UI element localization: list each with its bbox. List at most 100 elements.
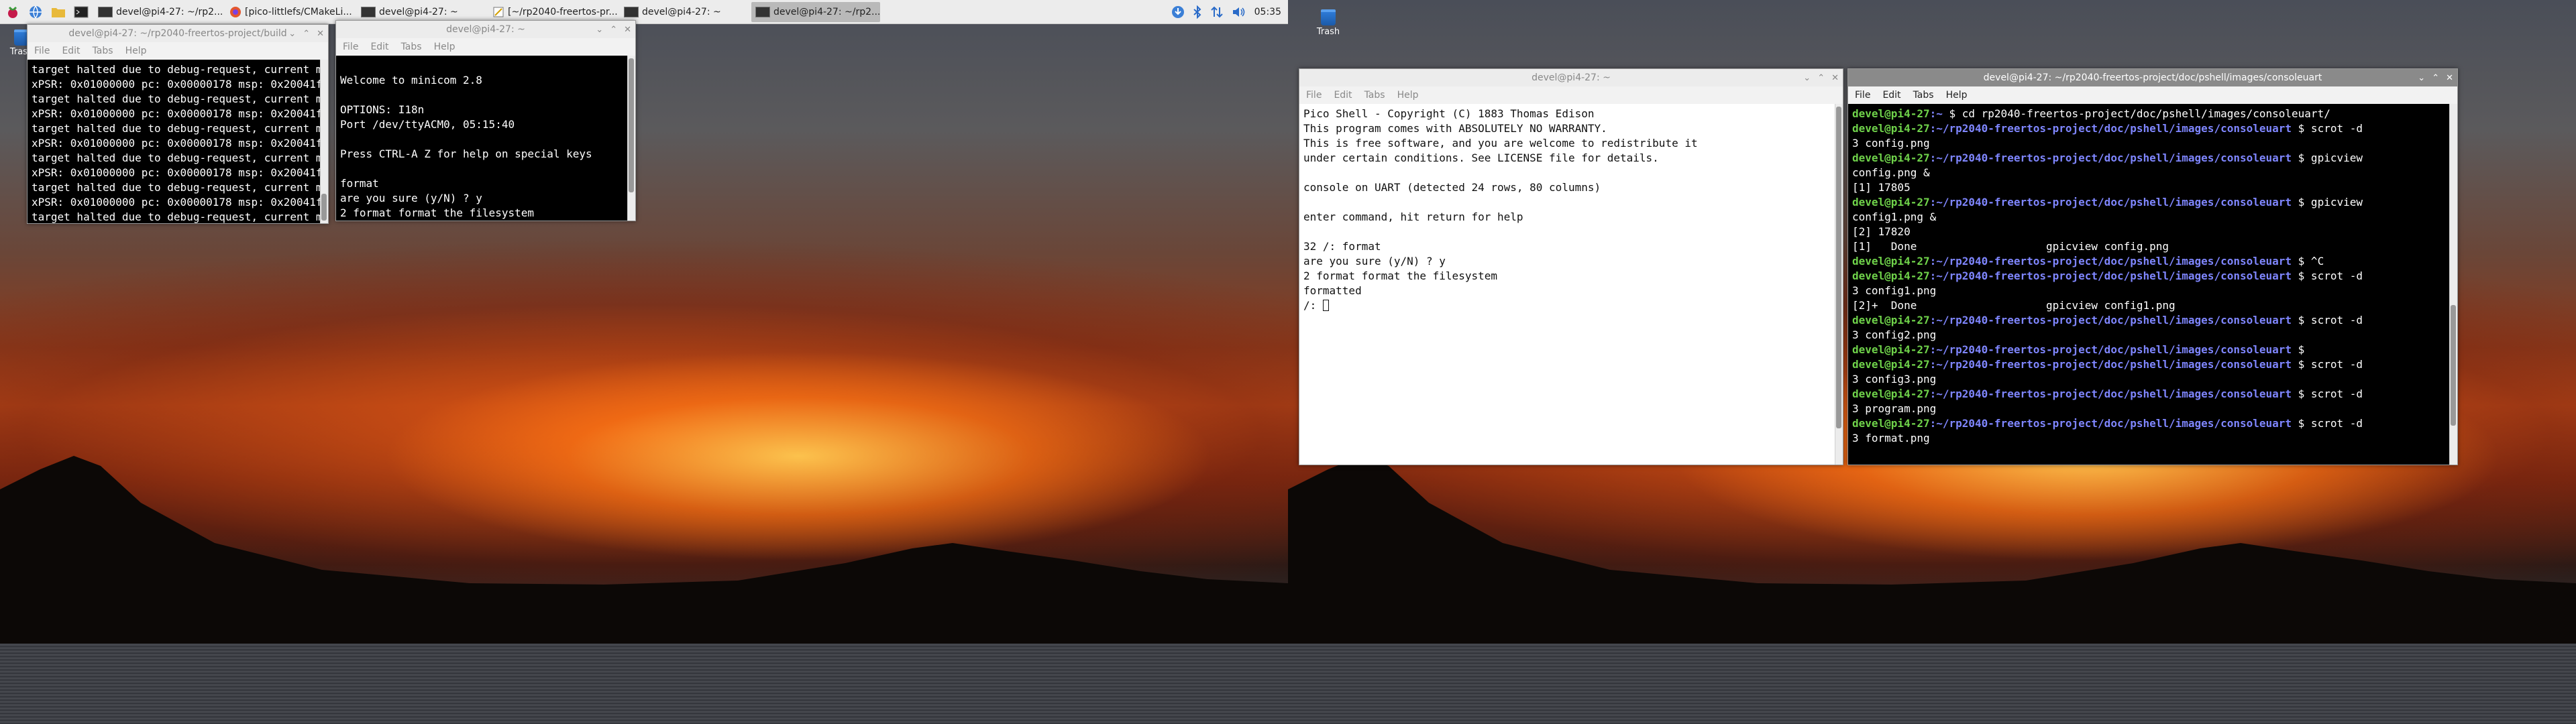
menu-help[interactable]: Help <box>1397 90 1419 101</box>
command-text: $ scrot -d <box>2292 417 2363 430</box>
raspberry-menu-icon[interactable] <box>3 3 23 21</box>
close-icon[interactable]: ✕ <box>1831 73 1839 83</box>
network-icon[interactable] <box>1210 5 1224 19</box>
prompt-path: :~/rp2040-freertos-project/doc/pshell/im… <box>1929 358 2292 371</box>
trash-desktop-icon[interactable]: Trash <box>1308 9 1348 37</box>
output-text: [2]+ Done gpicview config1.png <box>1852 299 2176 312</box>
terminal-line: ​ <box>1303 225 1831 239</box>
prompt-user: devel@pi4-27 <box>1852 255 1930 267</box>
minimize-icon[interactable]: ⌄ <box>596 25 603 35</box>
terminal-output[interactable]: devel@pi4-27:~ $ cd rp2040-freertos-proj… <box>1848 104 2457 465</box>
prompt-user: devel@pi4-27 <box>1852 387 1930 400</box>
scrollbar[interactable] <box>1835 104 1843 465</box>
window-titlebar[interactable]: devel@pi4-27: ~/rp2040-freertos-project/… <box>1848 69 2457 86</box>
terminal-line: devel@pi4-27:~/rp2040-freertos-project/d… <box>1852 387 2445 402</box>
menubar: File Edit Tabs Help <box>1848 86 2457 104</box>
task-terminal-home-1[interactable]: devel@pi4-27: ~ <box>357 2 486 22</box>
folder-launcher-icon[interactable] <box>48 3 68 21</box>
prompt-path: :~/rp2040-freertos-project/doc/pshell/im… <box>1929 255 2292 267</box>
terminal-line: This program comes with ABSOLUTELY NO WA… <box>1303 122 1607 135</box>
terminal-output[interactable]: ​Welcome to minicom 2.8​OPTIONS: I18nPor… <box>336 56 635 221</box>
menu-edit[interactable]: Edit <box>1334 90 1352 101</box>
wallpaper-sea <box>0 644 1288 724</box>
browser-icon <box>230 6 241 17</box>
terminal-line: are you sure (y/N) ? y <box>340 192 482 204</box>
menu-tabs[interactable]: Tabs <box>1364 90 1385 101</box>
window-titlebar[interactable]: devel@pi4-27: ~ ⌄ ⌃ ✕ <box>1299 69 1843 86</box>
terminal-line: devel@pi4-27:~ $ cd rp2040-freertos-proj… <box>1852 107 2445 121</box>
window-titlebar[interactable]: devel@pi4-27: ~ ⌄ ⌃ ✕ <box>336 21 635 38</box>
maximize-icon[interactable]: ⌃ <box>610 25 617 35</box>
menu-edit[interactable]: Edit <box>62 46 80 56</box>
menu-tabs[interactable]: Tabs <box>401 42 422 52</box>
close-icon[interactable]: ✕ <box>2446 73 2453 83</box>
terminal-window-minicom[interactable]: devel@pi4-27: ~ ⌄ ⌃ ✕ File Edit Tabs Hel… <box>335 20 636 221</box>
scroll-thumb[interactable] <box>629 58 634 192</box>
maximize-icon[interactable]: ⌃ <box>2432 73 2439 83</box>
maximize-icon[interactable]: ⌃ <box>303 29 310 39</box>
menu-file[interactable]: File <box>343 42 358 52</box>
output-text: [1] 17805 <box>1852 181 1911 194</box>
menubar: File Edit Tabs Help <box>336 38 635 56</box>
scroll-thumb[interactable] <box>1836 107 1841 428</box>
menu-file[interactable]: File <box>1306 90 1322 101</box>
terminal-launcher-icon[interactable] <box>71 3 91 21</box>
terminal-window-picoshell[interactable]: devel@pi4-27: ~ ⌄ ⌃ ✕ File Edit Tabs Hel… <box>1299 68 1843 465</box>
task-terminal-build[interactable]: devel@pi4-27: ~/rp2... <box>94 2 223 22</box>
terminal-line: devel@pi4-27:~/rp2040-freertos-project/d… <box>1852 121 2445 136</box>
terminal-line: ​ <box>1303 195 1831 210</box>
terminal-icon <box>361 6 376 17</box>
window-titlebar[interactable]: devel@pi4-27: ~/rp2040-freertos-project/… <box>28 25 328 42</box>
monitor-left: devel@pi4-27: ~/rp2... [pico-littlefs/CM… <box>0 0 1288 724</box>
menu-edit[interactable]: Edit <box>1882 90 1900 101</box>
task-terminal-home-2[interactable]: devel@pi4-27: ~ <box>620 2 749 22</box>
menu-help[interactable]: Help <box>434 42 455 52</box>
maximize-icon[interactable]: ⌃ <box>1817 73 1825 83</box>
terminal-window-build[interactable]: devel@pi4-27: ~/rp2040-freertos-project/… <box>27 24 329 224</box>
scroll-thumb[interactable] <box>321 194 327 221</box>
scrollbar[interactable] <box>627 56 635 221</box>
menu-file[interactable]: File <box>34 46 50 56</box>
minimize-icon[interactable]: ⌄ <box>288 29 296 39</box>
bluetooth-icon[interactable] <box>1193 5 1202 19</box>
volume-icon[interactable] <box>1232 5 1246 19</box>
browser-launcher-icon[interactable] <box>25 3 46 21</box>
terminal-line: 3 config3.png <box>1852 372 2445 387</box>
terminal-line: target halted due to debug-request, curr… <box>32 93 328 105</box>
terminal-output[interactable]: target halted due to debug-request, curr… <box>28 60 328 223</box>
text-cursor <box>1322 300 1329 311</box>
command-text: $ scrot -d <box>2292 269 2363 282</box>
terminal-icon <box>624 6 639 17</box>
prompt-user: devel@pi4-27 <box>1852 107 1930 120</box>
output-text: 3 config2.png <box>1852 328 1937 341</box>
terminal-line: ​ <box>1303 166 1831 180</box>
terminal-line: devel@pi4-27:~/rp2040-freertos-project/d… <box>1852 357 2445 372</box>
update-icon[interactable] <box>1171 5 1185 19</box>
output-text: 3 program.png <box>1852 402 1937 415</box>
minimize-icon[interactable]: ⌄ <box>1803 73 1811 83</box>
clock[interactable]: 05:35 <box>1254 7 1281 17</box>
scrollbar[interactable] <box>2449 104 2457 465</box>
task-browser[interactable]: [pico-littlefs/CMakeLi... <box>225 2 354 22</box>
minimize-icon[interactable]: ⌄ <box>2418 73 2425 83</box>
scrollbar[interactable] <box>320 60 328 223</box>
terminal-line: devel@pi4-27:~/rp2040-freertos-project/d… <box>1852 254 2445 269</box>
command-text: $ gpicview <box>2292 196 2363 208</box>
terminal-line: [1] Done gpicview config.png <box>1852 239 2445 254</box>
menu-help[interactable]: Help <box>1946 90 1968 101</box>
task-terminal-consoleuart[interactable]: devel@pi4-27: ~/rp2... <box>751 1 880 22</box>
terminal-line: devel@pi4-27:~/rp2040-freertos-project/d… <box>1852 269 2445 284</box>
task-editor[interactable]: [~/rp2040-freertos-pr... <box>488 2 617 22</box>
menu-tabs[interactable]: Tabs <box>1913 90 1934 101</box>
close-icon[interactable]: ✕ <box>624 25 631 35</box>
menu-edit[interactable]: Edit <box>370 42 388 52</box>
menu-help[interactable]: Help <box>125 46 147 56</box>
menu-tabs[interactable]: Tabs <box>93 46 113 56</box>
output-text: 3 config3.png <box>1852 373 1937 385</box>
menu-file[interactable]: File <box>1855 90 1870 101</box>
terminal-output[interactable]: Pico Shell - Copyright (C) 1883 Thomas E… <box>1299 104 1843 465</box>
close-icon[interactable]: ✕ <box>317 29 324 39</box>
terminal-line: config1.png & <box>1852 210 2445 225</box>
terminal-window-consoleuart[interactable]: devel@pi4-27: ~/rp2040-freertos-project/… <box>1847 68 2458 465</box>
scroll-thumb[interactable] <box>2451 305 2456 426</box>
